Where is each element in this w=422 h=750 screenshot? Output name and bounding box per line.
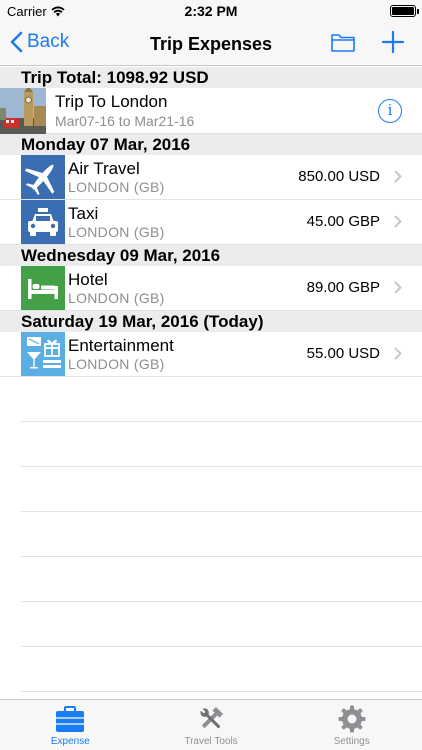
expense-location: LONDON (GB) bbox=[68, 356, 165, 372]
tab-label: Travel Tools bbox=[184, 736, 238, 747]
expense-category: Entertainment bbox=[68, 336, 174, 355]
expense-category: Taxi bbox=[68, 204, 99, 223]
expense-amount: 89.00 GBP bbox=[306, 279, 380, 296]
tab-label: Settings bbox=[333, 736, 370, 747]
info-icon[interactable]: i bbox=[378, 99, 402, 123]
empty-list-row bbox=[21, 377, 422, 422]
gear-icon bbox=[338, 705, 366, 733]
tab-bar: Expense Travel Tools Settings bbox=[0, 699, 422, 750]
chevron-right-icon bbox=[394, 170, 402, 183]
folder-icon bbox=[331, 34, 355, 52]
trip-total-header: Trip Total: 1098.92 USD bbox=[0, 67, 422, 88]
trip-dates: Mar07-16 to Mar21-16 bbox=[55, 113, 195, 129]
tab-expense[interactable]: Expense bbox=[0, 700, 141, 750]
expense-category: Hotel bbox=[68, 270, 108, 289]
expense-list[interactable]: Trip Total: 1098.92 USD Trip To London M… bbox=[0, 67, 422, 699]
expense-row-air-travel[interactable]: Air Travel LONDON (GB) 850.00 USD bbox=[0, 155, 422, 200]
plus-icon bbox=[381, 30, 405, 54]
back-button-label: Back bbox=[27, 31, 70, 52]
airplane-icon bbox=[21, 155, 65, 199]
tab-label: Expense bbox=[50, 736, 90, 747]
expense-row-taxi[interactable]: Taxi LONDON (GB) 45.00 GBP bbox=[0, 200, 422, 245]
date-section-header: Monday 07 Mar, 2016 bbox=[0, 134, 422, 155]
tab-settings[interactable]: Settings bbox=[281, 700, 422, 750]
chevron-right-icon bbox=[394, 347, 402, 360]
empty-list-row bbox=[21, 467, 422, 512]
expense-category: Air Travel bbox=[68, 159, 140, 178]
trip-name: Trip To London bbox=[55, 92, 168, 111]
date-section-header: Wednesday 09 Mar, 2016 bbox=[0, 245, 422, 266]
expense-row-hotel[interactable]: Hotel LONDON (GB) 89.00 GBP bbox=[0, 266, 422, 311]
folder-button[interactable] bbox=[331, 32, 355, 57]
empty-list-row bbox=[21, 602, 422, 647]
trip-row[interactable]: Trip To London Mar07-16 to Mar21-16 i bbox=[0, 88, 422, 134]
expense-amount: 55.00 USD bbox=[306, 345, 380, 362]
chevron-left-icon bbox=[10, 31, 23, 53]
empty-list-row bbox=[21, 512, 422, 557]
empty-list-row bbox=[21, 647, 422, 692]
chevron-right-icon bbox=[394, 281, 402, 294]
expense-amount: 45.00 GBP bbox=[306, 213, 380, 230]
bed-icon bbox=[21, 266, 65, 310]
battery-icon bbox=[390, 5, 419, 17]
empty-list-row bbox=[21, 422, 422, 467]
status-bar: Carrier 2:32 PM bbox=[0, 0, 422, 22]
expense-location: LONDON (GB) bbox=[68, 224, 165, 240]
add-expense-button[interactable] bbox=[381, 30, 405, 59]
date-section-header: Saturday 19 Mar, 2016 (Today) bbox=[0, 311, 422, 332]
tab-travel-tools[interactable]: Travel Tools bbox=[141, 700, 282, 750]
back-button[interactable]: Back bbox=[10, 31, 69, 53]
empty-list-row bbox=[21, 557, 422, 602]
expense-location: LONDON (GB) bbox=[68, 290, 165, 306]
navigation-bar: Back Trip Expenses bbox=[0, 22, 422, 66]
taxi-icon bbox=[21, 200, 65, 244]
expense-amount: 850.00 USD bbox=[298, 168, 380, 185]
tools-icon bbox=[200, 706, 224, 729]
expense-location: LONDON (GB) bbox=[68, 179, 165, 195]
entertainment-icon bbox=[21, 332, 65, 376]
london-trip-thumbnail bbox=[0, 88, 46, 134]
suitcase-icon bbox=[56, 706, 85, 732]
status-time: 2:32 PM bbox=[184, 3, 238, 19]
expense-row-entertainment[interactable]: Entertainment LONDON (GB) 55.00 USD bbox=[0, 332, 422, 377]
chevron-right-icon bbox=[394, 215, 402, 228]
